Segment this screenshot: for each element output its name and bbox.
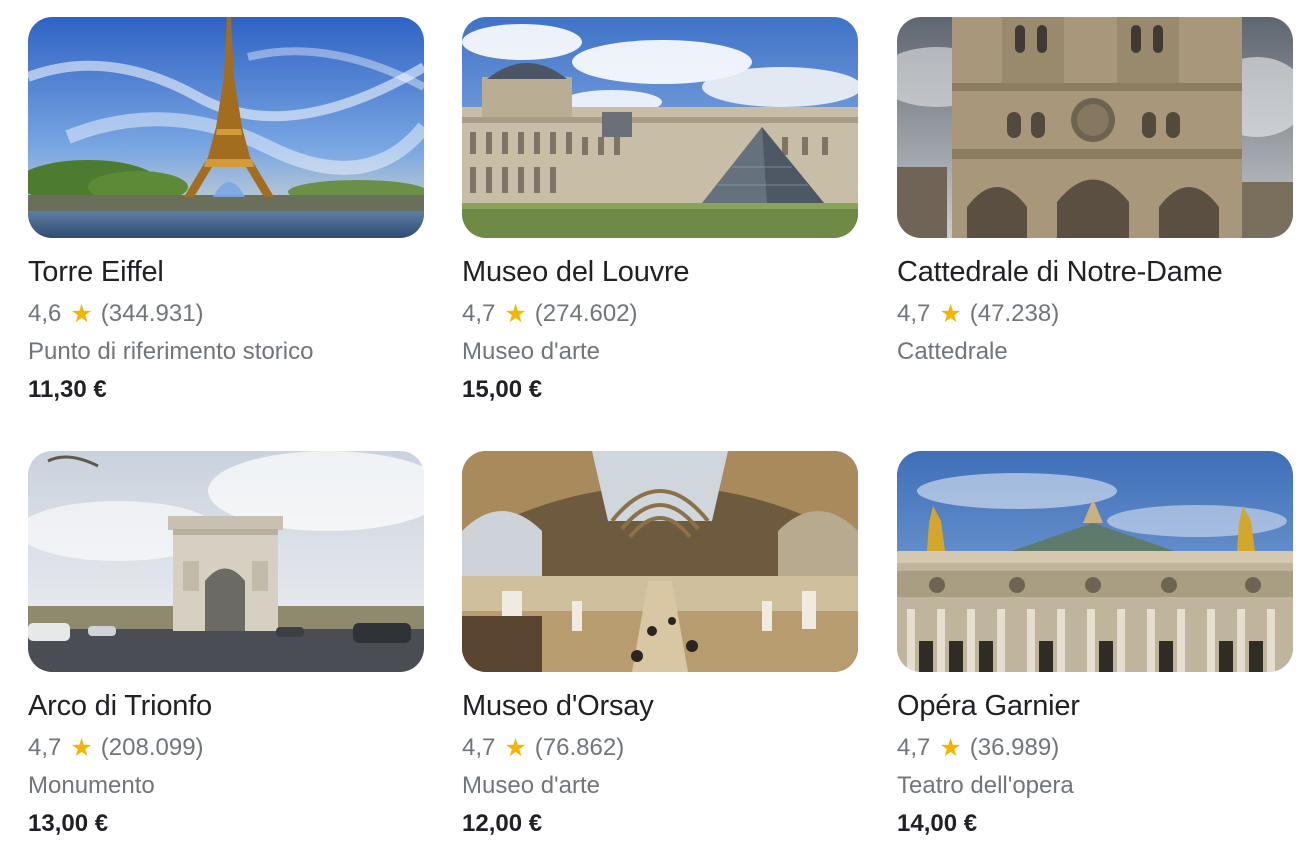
- star-icon: ★: [939, 300, 962, 328]
- rating-value: 4,7: [897, 734, 931, 761]
- star-icon: ★: [504, 300, 527, 328]
- attraction-title[interactable]: Museo d'Orsay: [462, 688, 858, 724]
- attraction-card-eiffel-tower[interactable]: Torre Eiffel 4,6 ★ (344.931) Punto di ri…: [28, 17, 424, 405]
- ticket-price: 15,00 €: [462, 376, 543, 403]
- attraction-card-orsay[interactable]: Museo d'Orsay 4,7 ★ (76.862) Museo d'art…: [462, 451, 858, 839]
- rating-value: 4,6: [28, 300, 62, 327]
- star-icon: ★: [939, 734, 962, 762]
- orsay-museum-photo[interactable]: [462, 451, 858, 672]
- attraction-card-arc-de-triomphe[interactable]: Arco di Trionfo 4,7 ★ (208.099) Monument…: [28, 451, 424, 839]
- attraction-card-notre-dame[interactable]: Cattedrale di Notre-Dame 4,7 ★ (47.238) …: [897, 17, 1293, 367]
- attraction-category: Museo d'arte: [462, 772, 600, 799]
- notre-dame-cathedral-photo[interactable]: [897, 17, 1293, 238]
- attraction-title[interactable]: Arco di Trionfo: [28, 688, 424, 724]
- attraction-category: Punto di riferimento storico: [28, 338, 314, 365]
- rating-value: 4,7: [897, 300, 931, 327]
- rating-row: 4,7 ★ (36.989): [897, 733, 1293, 763]
- louvre-museum-photo[interactable]: [462, 17, 858, 238]
- attraction-title[interactable]: Torre Eiffel: [28, 254, 424, 290]
- rating-row: 4,7 ★ (274.602): [462, 299, 858, 329]
- review-count: (208.099): [100, 734, 204, 761]
- rating-row: 4,7 ★ (208.099): [28, 733, 424, 763]
- attraction-card-opera-garnier[interactable]: Opéra Garnier 4,7 ★ (36.989) Teatro dell…: [897, 451, 1293, 839]
- ticket-price: 14,00 €: [897, 810, 978, 837]
- review-count: (274.602): [534, 300, 638, 327]
- rating-value: 4,7: [462, 300, 496, 327]
- star-icon: ★: [504, 734, 527, 762]
- review-count: (36.989): [969, 734, 1060, 761]
- rating-value: 4,7: [462, 734, 496, 761]
- attraction-title[interactable]: Cattedrale di Notre-Dame: [897, 254, 1293, 290]
- ticket-price: 13,00 €: [28, 810, 109, 837]
- rating-row: 4,7 ★ (47.238): [897, 299, 1293, 329]
- arc-de-triomphe-photo[interactable]: [28, 451, 424, 672]
- attractions-grid: Torre Eiffel 4,6 ★ (344.931) Punto di ri…: [0, 0, 1310, 853]
- ticket-price: 12,00 €: [462, 810, 543, 837]
- rating-row: 4,7 ★ (76.862): [462, 733, 858, 763]
- attraction-card-louvre[interactable]: Museo del Louvre 4,7 ★ (274.602) Museo d…: [462, 17, 858, 405]
- ticket-price: 11,30 €: [28, 376, 107, 403]
- star-icon: ★: [70, 300, 93, 328]
- review-count: (47.238): [969, 300, 1060, 327]
- attraction-title[interactable]: Museo del Louvre: [462, 254, 858, 290]
- review-count: (344.931): [100, 300, 204, 327]
- review-count: (76.862): [534, 734, 625, 761]
- rating-value: 4,7: [28, 734, 62, 761]
- attraction-category: Museo d'arte: [462, 338, 600, 365]
- star-icon: ★: [70, 734, 93, 762]
- eiffel-tower-photo[interactable]: [28, 17, 424, 238]
- attraction-category: Cattedrale: [897, 338, 1008, 365]
- attraction-title[interactable]: Opéra Garnier: [897, 688, 1293, 724]
- attraction-category: Teatro dell'opera: [897, 772, 1074, 799]
- rating-row: 4,6 ★ (344.931): [28, 299, 424, 329]
- attraction-category: Monumento: [28, 772, 155, 799]
- opera-garnier-photo[interactable]: [897, 451, 1293, 672]
